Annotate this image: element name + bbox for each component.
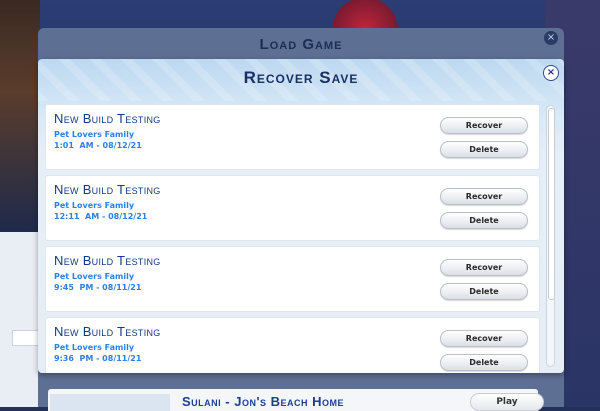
save-card: New Build Testing Pet Lovers Family 1:01… xyxy=(45,104,540,170)
save-time: 1:01 AM - 08/12/21 xyxy=(54,141,142,150)
save-card: New Build Testing Pet Lovers Family 9:45… xyxy=(45,246,540,312)
save-time: 9:45 PM - 08/11/21 xyxy=(54,283,142,292)
load-game-row[interactable]: Sulani - Jon's Beach Home Play xyxy=(48,389,544,411)
background-left-button xyxy=(12,330,40,346)
delete-button[interactable]: Delete xyxy=(440,212,528,229)
save-family: Pet Lovers Family xyxy=(54,201,135,210)
recover-save-dialog: Recover Save × New Build Testing Pet Lov… xyxy=(38,59,564,373)
save-title: New Build Testing xyxy=(54,253,161,268)
background-left-panel xyxy=(0,232,38,407)
recover-button[interactable]: Recover xyxy=(440,259,528,276)
recover-button[interactable]: Recover xyxy=(440,188,528,205)
save-card: New Build Testing Pet Lovers Family 9:36… xyxy=(45,317,540,373)
scrollbar[interactable] xyxy=(546,105,555,367)
save-title: New Build Testing xyxy=(54,111,161,126)
save-list: New Build Testing Pet Lovers Family 1:01… xyxy=(45,104,540,373)
delete-button[interactable]: Delete xyxy=(440,141,528,158)
load-game-title: Load Game xyxy=(259,36,343,53)
scrollbar-thumb[interactable] xyxy=(548,108,555,300)
recover-save-title: Recover Save xyxy=(243,68,359,87)
save-family: Pet Lovers Family xyxy=(54,343,135,352)
delete-button[interactable]: Delete xyxy=(440,354,528,371)
background-sim-figure xyxy=(0,0,40,230)
recover-button[interactable]: Recover xyxy=(440,330,528,347)
save-time: 9:36 PM - 08/11/21 xyxy=(54,354,142,363)
save-family: Pet Lovers Family xyxy=(54,130,135,139)
save-family: Pet Lovers Family xyxy=(54,272,135,281)
save-thumbnail xyxy=(50,394,170,411)
recover-button[interactable]: Recover xyxy=(440,117,528,134)
save-time: 12:11 AM - 08/12/21 xyxy=(54,212,148,221)
play-button[interactable]: Play xyxy=(470,393,544,411)
save-title: New Build Testing xyxy=(54,324,161,339)
background-sim-figure xyxy=(320,0,410,30)
load-game-close-icon[interactable]: × xyxy=(544,31,558,45)
close-icon[interactable]: × xyxy=(543,65,559,81)
save-card: New Build Testing Pet Lovers Family 12:1… xyxy=(45,175,540,241)
save-title: New Build Testing xyxy=(54,182,161,197)
delete-button[interactable]: Delete xyxy=(440,283,528,300)
